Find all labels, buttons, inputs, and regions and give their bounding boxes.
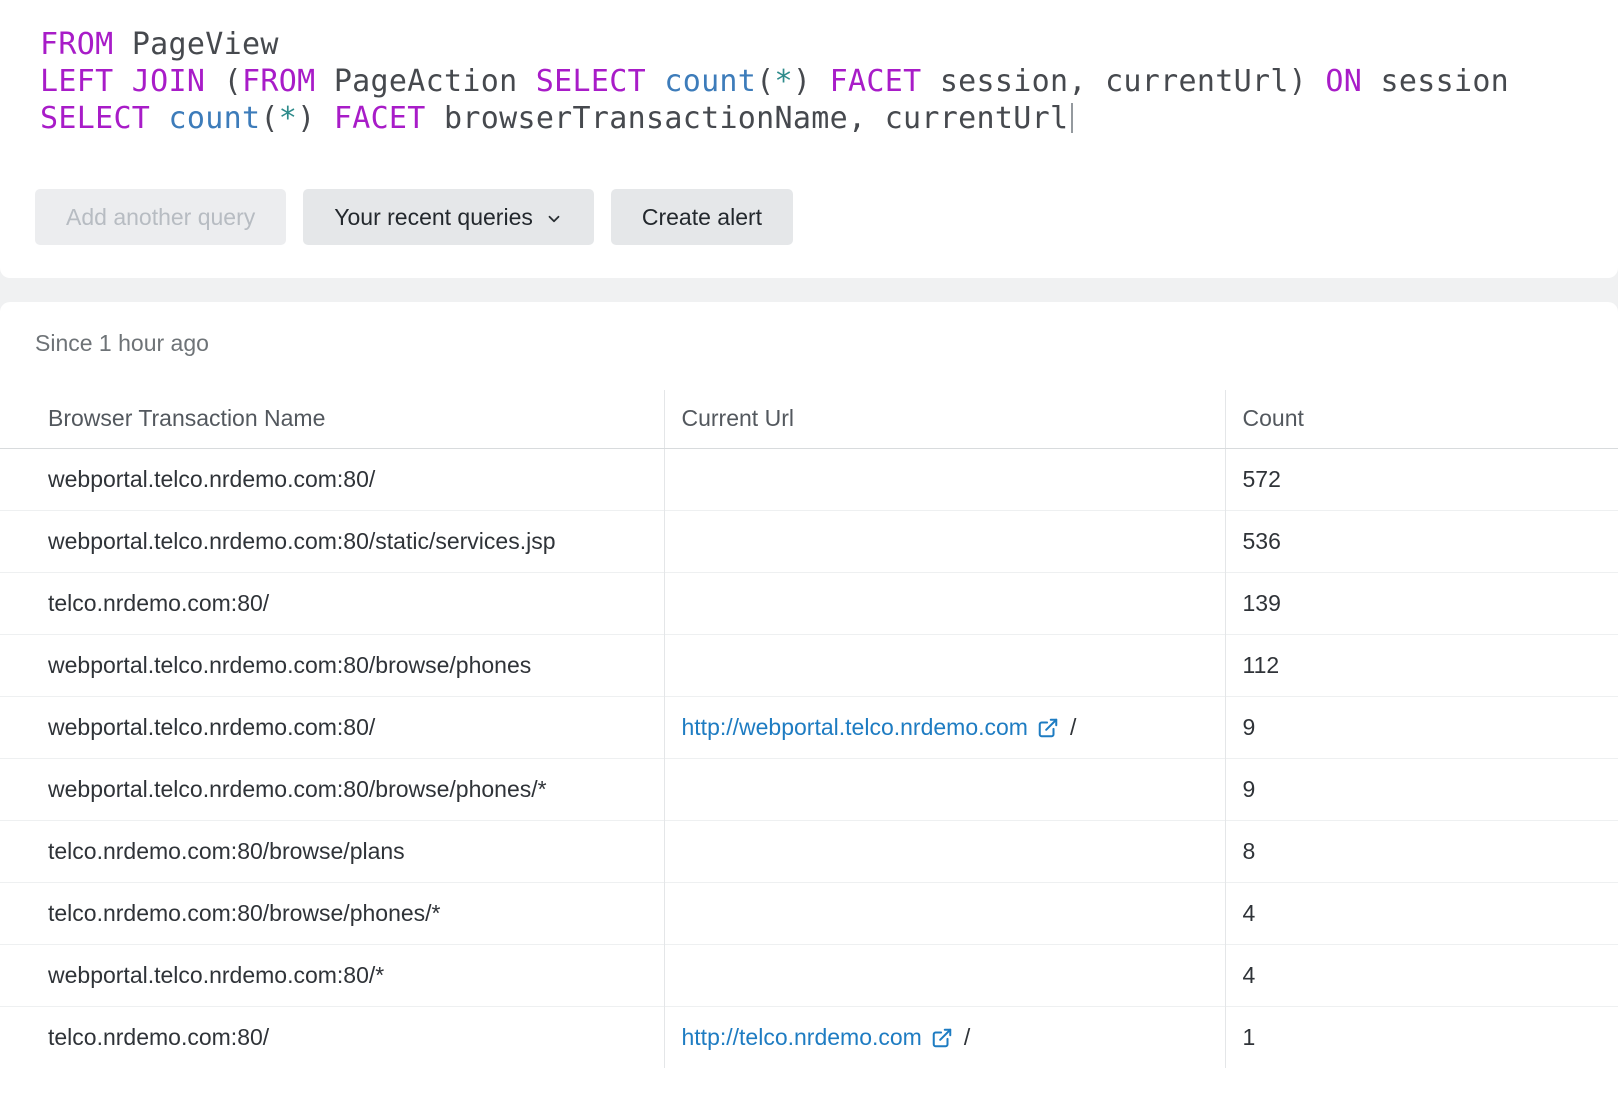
column-header-browser-transaction-name[interactable]: Browser Transaction Name: [0, 390, 664, 448]
add-another-query-button[interactable]: Add another query: [35, 189, 286, 245]
current-url-cell: http://webportal.telco.nrdemo.com /: [664, 696, 1225, 758]
nrql-query-input[interactable]: FROM PageViewLEFT JOIN (FROM PageAction …: [0, 26, 1618, 137]
count-cell: 139: [1225, 572, 1618, 634]
current-url-path: /: [1070, 714, 1076, 740]
browser-transaction-name-cell: webportal.telco.nrdemo.com:80/*: [0, 944, 664, 1006]
count-cell: 4: [1225, 944, 1618, 1006]
current-url-path: /: [964, 1024, 970, 1050]
current-url-cell: [664, 820, 1225, 882]
table-header-row: Browser Transaction Name Current Url Cou…: [0, 390, 1618, 448]
browser-transaction-name-cell: webportal.telco.nrdemo.com:80/browse/pho…: [0, 758, 664, 820]
count-cell: 536: [1225, 510, 1618, 572]
table-row: webportal.telco.nrdemo.com:80/browse/pho…: [0, 758, 1618, 820]
query-line: LEFT JOIN (FROM PageAction SELECT count(…: [40, 63, 1618, 100]
current-url-link[interactable]: http://webportal.telco.nrdemo.com: [682, 714, 1059, 741]
browser-transaction-name-cell: webportal.telco.nrdemo.com:80/browse/pho…: [0, 634, 664, 696]
recent-queries-button[interactable]: Your recent queries: [303, 189, 594, 245]
table-row: webportal.telco.nrdemo.com:80/browse/pho…: [0, 634, 1618, 696]
current-url-cell: [664, 510, 1225, 572]
table-row: webportal.telco.nrdemo.com:80/572: [0, 448, 1618, 510]
count-cell: 112: [1225, 634, 1618, 696]
column-header-count[interactable]: Count: [1225, 390, 1618, 448]
table-row: telco.nrdemo.com:80/139: [0, 572, 1618, 634]
table-row: webportal.telco.nrdemo.com:80/* 4: [0, 944, 1618, 1006]
chevron-down-icon: [545, 210, 563, 228]
browser-transaction-name-cell: telco.nrdemo.com:80/browse/plans: [0, 820, 664, 882]
count-cell: 9: [1225, 758, 1618, 820]
browser-transaction-name-cell: webportal.telco.nrdemo.com:80/static/ser…: [0, 510, 664, 572]
query-line: SELECT count(*) FACET browserTransaction…: [40, 100, 1618, 137]
current-url-link[interactable]: http://telco.nrdemo.com: [682, 1024, 953, 1051]
time-range-label: Since 1 hour ago: [35, 330, 1618, 356]
current-url-cell: [664, 634, 1225, 696]
query-editor-card: FROM PageViewLEFT JOIN (FROM PageAction …: [0, 0, 1618, 278]
external-link-icon: [1037, 717, 1059, 739]
browser-transaction-name-cell: telco.nrdemo.com:80/: [0, 572, 664, 634]
current-url-cell: [664, 944, 1225, 1006]
browser-transaction-name-cell: webportal.telco.nrdemo.com:80/: [0, 696, 664, 758]
current-url-cell: [664, 572, 1225, 634]
table-row: webportal.telco.nrdemo.com:80/static/ser…: [0, 510, 1618, 572]
current-url-cell: http://telco.nrdemo.com /: [664, 1006, 1225, 1068]
table-row: webportal.telco.nrdemo.com:80/http://web…: [0, 696, 1618, 758]
current-url-cell: [664, 882, 1225, 944]
external-link-icon: [931, 1027, 953, 1049]
count-cell: 8: [1225, 820, 1618, 882]
count-cell: 1: [1225, 1006, 1618, 1068]
current-url-cell: [664, 448, 1225, 510]
table-row: telco.nrdemo.com:80/browse/phones/* 4: [0, 882, 1618, 944]
query-line: FROM PageView: [40, 26, 1618, 63]
count-cell: 9: [1225, 696, 1618, 758]
create-alert-button[interactable]: Create alert: [611, 189, 793, 245]
results-card: Since 1 hour ago Browser Transaction Nam…: [0, 302, 1618, 1112]
recent-queries-label: Your recent queries: [334, 204, 533, 231]
table-row: telco.nrdemo.com:80/browse/plans 8: [0, 820, 1618, 882]
browser-transaction-name-cell: webportal.telco.nrdemo.com:80/: [0, 448, 664, 510]
browser-transaction-name-cell: telco.nrdemo.com:80/browse/phones/*: [0, 882, 664, 944]
text-cursor: [1071, 103, 1073, 133]
column-header-current-url[interactable]: Current Url: [664, 390, 1225, 448]
table-row: telco.nrdemo.com:80/http://telco.nrdemo.…: [0, 1006, 1618, 1068]
count-cell: 4: [1225, 882, 1618, 944]
query-toolbar: Add another query Your recent queries Cr…: [35, 189, 1618, 245]
results-table: Browser Transaction Name Current Url Cou…: [0, 390, 1618, 1068]
current-url-cell: [664, 758, 1225, 820]
browser-transaction-name-cell: telco.nrdemo.com:80/: [0, 1006, 664, 1068]
count-cell: 572: [1225, 448, 1618, 510]
